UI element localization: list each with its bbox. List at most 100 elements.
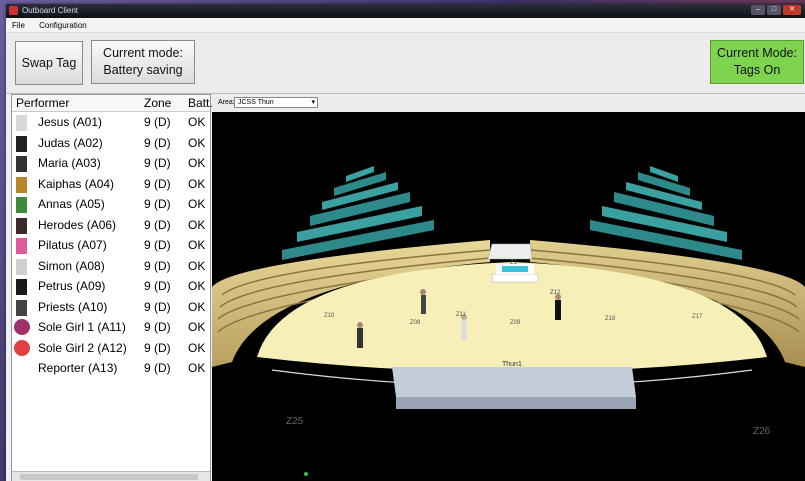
- performer-figure[interactable]: [555, 294, 561, 320]
- maximize-icon[interactable]: □: [767, 5, 781, 15]
- area-select[interactable]: JCSS Thun ▾: [234, 97, 318, 108]
- zone-label: Z18: [605, 316, 616, 322]
- performer-zone: 9 (D): [144, 340, 171, 355]
- tags-mode-title: Current Mode:: [717, 46, 797, 60]
- list-item[interactable]: Petrus (A09) 9 (D) OK: [12, 276, 210, 297]
- menu-file[interactable]: File: [6, 18, 31, 30]
- horizontal-scrollbar[interactable]: [12, 471, 210, 481]
- performer-batt: OK: [188, 176, 206, 191]
- zone-label: Z17: [692, 314, 703, 320]
- performer-batt: OK: [188, 217, 206, 232]
- dark-figure-icon: [16, 156, 27, 172]
- zone-label: Z08: [410, 320, 421, 326]
- dark-figure-icon: [16, 135, 27, 152]
- menu-bar: File Configuration: [6, 18, 805, 33]
- list-item[interactable]: Sole Girl 2 (A12) 9 (D) OK: [12, 338, 210, 359]
- zone-label: Z12: [550, 290, 561, 296]
- header-performer[interactable]: Performer: [16, 96, 69, 110]
- menu-configuration[interactable]: Configuration: [33, 18, 93, 30]
- performer-batt: OK: [188, 279, 206, 293]
- close-icon[interactable]: ✕: [783, 5, 801, 15]
- zone-label-z26: Z26: [753, 426, 771, 437]
- header-zone[interactable]: Zone: [144, 96, 171, 110]
- upper-stand-left: [282, 166, 434, 260]
- performer-name: Judas (A02): [38, 135, 103, 150]
- performer-name: Petrus (A09): [38, 279, 106, 293]
- current-mode-button[interactable]: Current mode: Battery saving: [91, 40, 195, 84]
- purple-dot-icon: [14, 319, 30, 335]
- performer-batt: OK: [188, 135, 206, 150]
- red-dot-icon: [14, 339, 30, 356]
- app-window: Outboard Client – □ ✕ File Configuration…: [6, 4, 805, 481]
- minimize-icon[interactable]: –: [751, 5, 765, 15]
- performer-batt: OK: [188, 361, 206, 375]
- performer-name: Herodes (A06): [38, 217, 117, 232]
- performer-zone: 9 (D): [144, 361, 171, 375]
- performer-name: Sole Girl 1 (A11): [38, 320, 126, 334]
- zone-label: Z11: [456, 312, 467, 318]
- list-item[interactable]: Priests (A10) 9 (D) OK: [12, 297, 210, 318]
- list-item[interactable]: Judas (A02) 9 (D) OK: [12, 133, 210, 154]
- list-item[interactable]: Annas (A05) 9 (D) OK: [12, 194, 210, 215]
- performer-zone: 9 (D): [144, 258, 171, 273]
- performer-list-header: Performer Zone Batt.: [12, 95, 213, 112]
- performer-name: Jesus (A01): [38, 115, 103, 129]
- list-item[interactable]: Reporter (A13) 9 (D) OK: [12, 358, 210, 379]
- upper-stand-right: [590, 166, 742, 260]
- list-item[interactable]: Pilatus (A07) 9 (D) OK: [12, 235, 210, 256]
- window-title: Outboard Client: [22, 6, 79, 15]
- white-figure-icon: [16, 258, 27, 275]
- blank-icon: [16, 361, 27, 377]
- mode-value: Battery saving: [103, 63, 183, 77]
- dark-figure-icon: [16, 279, 27, 295]
- performer-batt: OK: [188, 299, 206, 314]
- performer-name: Kaiphas (A04): [38, 176, 115, 191]
- performer-name: Sole Girl 2 (A12): [38, 340, 127, 355]
- stage-canvas: Thun1 Z08 Z09 Z18 Z17 Z1 Z10 Z11 Z12 Z25…: [212, 166, 805, 476]
- performer-name: Priests (A10): [38, 299, 108, 314]
- zone-label: Z09: [510, 320, 521, 326]
- list-item[interactable]: Herodes (A06) 9 (D) OK: [12, 215, 210, 236]
- performer-batt: OK: [188, 320, 206, 334]
- performer-zone: 9 (D): [144, 197, 171, 211]
- performer-zone: 9 (D): [144, 135, 171, 150]
- performer-zone: 9 (D): [144, 279, 171, 293]
- list-item[interactable]: Simon (A08) 9 (D) OK: [12, 256, 210, 277]
- performer-zone: 9 (D): [144, 217, 171, 232]
- stage-label: Thun1: [502, 361, 522, 368]
- green-figure-icon: [16, 197, 27, 213]
- swap-tag-button[interactable]: Swap Tag: [15, 41, 83, 85]
- performer-batt: OK: [188, 156, 206, 170]
- list-item[interactable]: Kaiphas (A04) 9 (D) OK: [12, 174, 210, 195]
- title-bar: Outboard Client – □ ✕: [6, 4, 805, 18]
- list-item[interactable]: Maria (A03) 9 (D) OK: [12, 153, 210, 174]
- area-bar: Area: JCSS Thun ▾: [212, 94, 805, 112]
- white-figure-icon: [16, 115, 27, 131]
- mode-title: Current mode:: [103, 46, 183, 60]
- window-controls: – □ ✕: [751, 5, 801, 15]
- performer-name: Simon (A08): [38, 258, 105, 273]
- performer-batt: OK: [188, 197, 206, 211]
- performer-name: Annas (A05): [38, 197, 105, 211]
- scrollbar-thumb[interactable]: [20, 474, 198, 480]
- header-batt[interactable]: Batt.: [188, 96, 213, 110]
- gold-figure-icon: [16, 176, 27, 193]
- green-marker-icon: [304, 472, 308, 476]
- area-label: Area:: [218, 99, 235, 106]
- tags-mode-button[interactable]: Current Mode: Tags On: [710, 40, 804, 84]
- dark-figure-icon: [16, 299, 27, 316]
- area-select-value: JCSS Thun: [238, 99, 274, 106]
- list-item[interactable]: Sole Girl 1 (A11) 9 (D) OK: [12, 317, 210, 338]
- performer-zone: 9 (D): [144, 115, 171, 129]
- stage-3d-view[interactable]: Thun1 Z08 Z09 Z18 Z17 Z1 Z10 Z11 Z12 Z25…: [212, 112, 805, 481]
- zone-label: Z10: [324, 313, 335, 319]
- list-item[interactable]: Jesus (A01) 9 (D) OK: [12, 112, 210, 133]
- performer-batt: OK: [188, 258, 206, 273]
- performer-batt: OK: [188, 238, 206, 252]
- zone-label: Z1: [510, 260, 518, 266]
- performer-zone: 9 (D): [144, 320, 171, 334]
- dark-figure-icon: [16, 217, 27, 234]
- performer-figure[interactable]: [357, 322, 363, 348]
- performer-name: Maria (A03): [38, 156, 101, 170]
- performer-batt: OK: [188, 340, 206, 355]
